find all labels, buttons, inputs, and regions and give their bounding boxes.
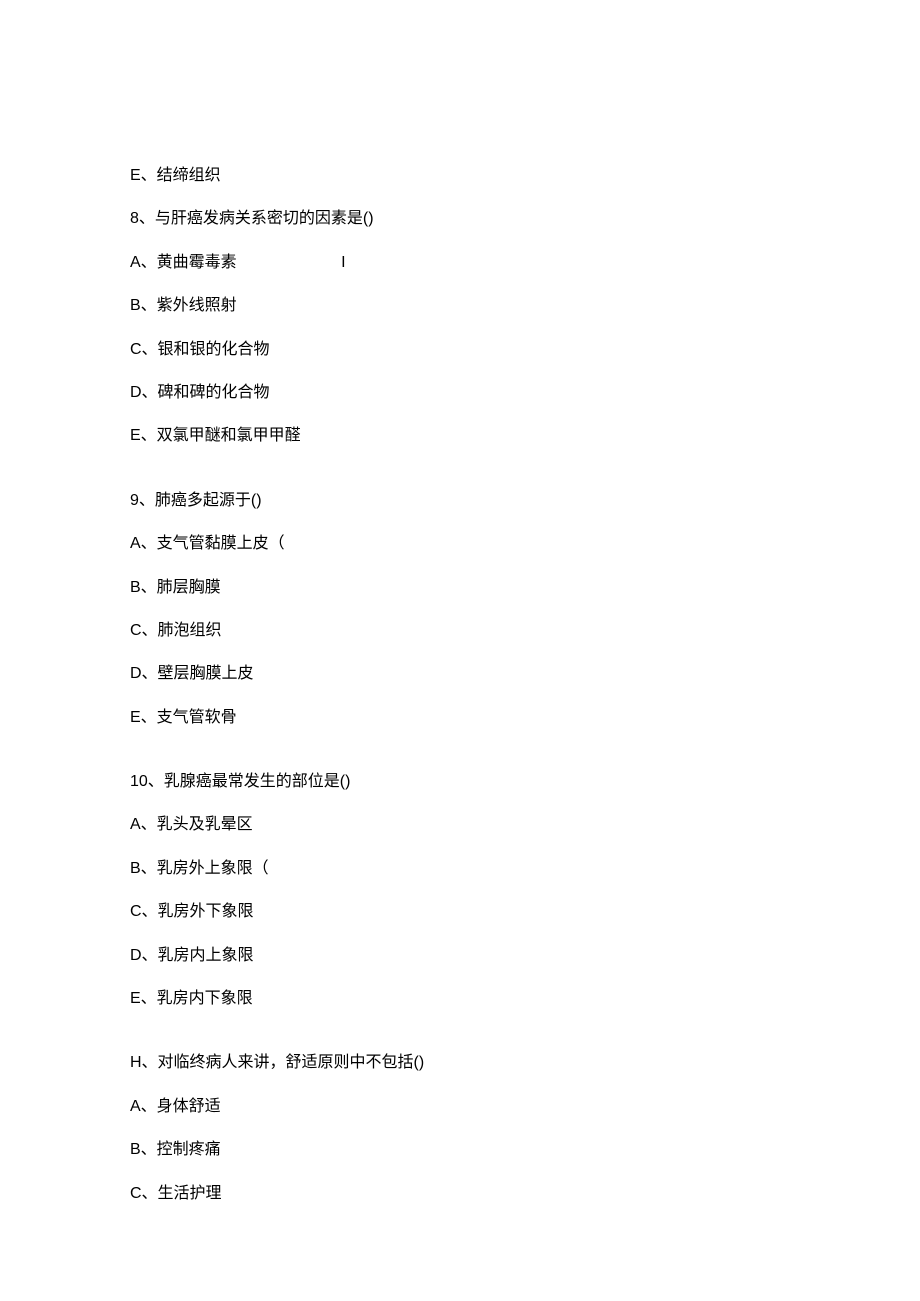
document-page: E、结缔组织 8、与肝癌发病关系密切的因素是() A、黄曲霉毒素 I B、紫外线…	[0, 0, 920, 1205]
option-c-q8: C、银和银的化合物	[130, 339, 790, 361]
option-e-q7: E、结缔组织	[130, 165, 790, 187]
option-d-q9: D、壁层胸膜上皮	[130, 663, 790, 685]
gap	[130, 469, 790, 490]
option-d-q10: D、乳房内上象限	[130, 945, 790, 967]
option-c-q9: C、肺泡组织	[130, 620, 790, 642]
gap	[130, 750, 790, 771]
option-a-q8-text: A、黄曲霉毒素	[130, 254, 237, 271]
option-e-q9: E、支气管软骨	[130, 707, 790, 729]
option-a-q9: A、支气管黏膜上皮（	[130, 533, 790, 555]
option-a-q8: A、黄曲霉毒素 I	[130, 252, 790, 274]
option-e-q8: E、双氯甲醚和氯甲甲醛	[130, 425, 790, 447]
option-e-q10: E、乳房内下象限	[130, 988, 790, 1010]
stray-mark: I	[341, 252, 345, 274]
option-c-q10: C、乳房外下象限	[130, 901, 790, 923]
option-b-q9: B、肺层胸膜	[130, 577, 790, 599]
option-b-q8: B、紫外线照射	[130, 295, 790, 317]
option-a-qh: A、身体舒适	[130, 1096, 790, 1118]
option-a-q10: A、乳头及乳晕区	[130, 814, 790, 836]
question-h-stem: H、对临终病人来讲，舒适原则中不包括()	[130, 1052, 790, 1074]
question-9-stem: 9、肺癌多起源于()	[130, 490, 790, 512]
gap	[130, 1031, 790, 1052]
option-c-qh: C、生活护理	[130, 1183, 790, 1205]
option-b-q10: B、乳房外上象限（	[130, 858, 790, 880]
option-b-qh: B、控制疼痛	[130, 1139, 790, 1161]
question-10-stem: 10、乳腺癌最常发生的部位是()	[130, 771, 790, 793]
question-8-stem: 8、与肝癌发病关系密切的因素是()	[130, 208, 790, 230]
option-d-q8: D、碑和碑的化合物	[130, 382, 790, 404]
